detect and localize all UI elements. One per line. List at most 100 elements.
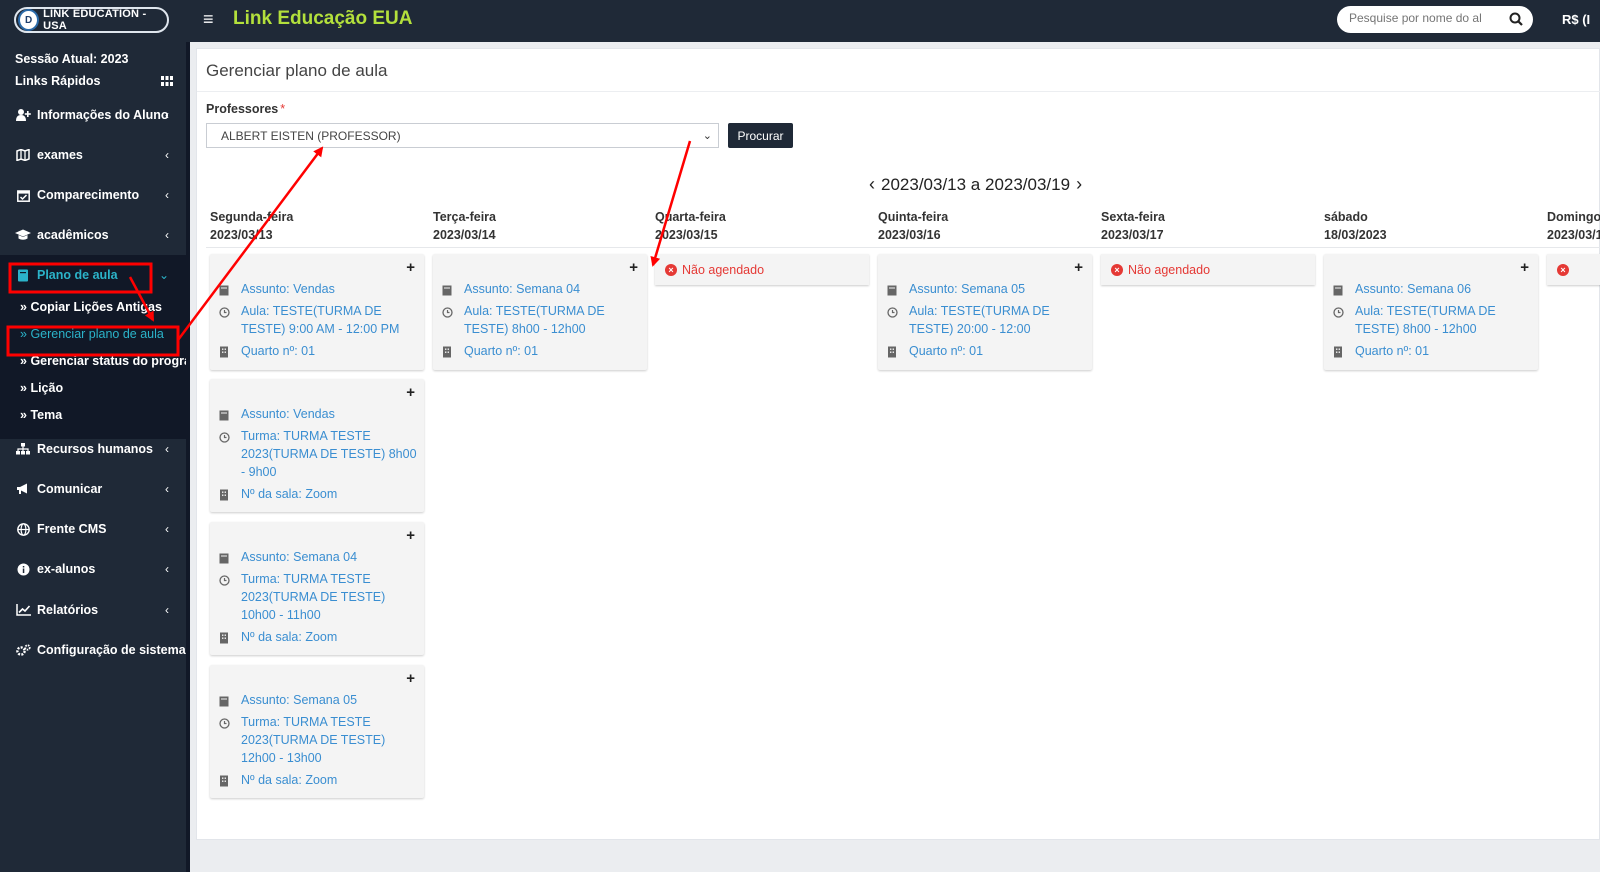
submenu-item-lesson[interactable]: » Lição [20, 381, 186, 395]
search-icon[interactable] [1509, 12, 1523, 26]
current-session: Sessão Atual: 2023 [15, 52, 129, 66]
sidebar-item-lesson-plan[interactable]: Plano de aula ⌄ [0, 255, 186, 295]
add-plan-icon[interactable]: + [1520, 259, 1529, 276]
sidebar-item-attendance[interactable]: Comparecimento ‹ [0, 175, 186, 215]
add-plan-icon[interactable]: + [406, 670, 415, 687]
card-class[interactable]: Turma: TURMA TESTE 2023(TURMA DE TESTE) … [219, 713, 421, 767]
professor-select[interactable]: ALBERT EISTEN (PROFESSOR) ⌄ [206, 123, 719, 148]
clock-icon [219, 302, 233, 338]
card-subject[interactable]: Assunto: Vendas [219, 405, 421, 426]
sidebar-item-alumni[interactable]: ex-alunos ‹ [0, 549, 186, 589]
not-scheduled-badge: × Não agendado [655, 254, 869, 285]
day-header-sunday: Domingo 2023/03/19 [1547, 208, 1600, 244]
logo-text: LINK EDUCATION - USA [43, 8, 147, 32]
sidebar-item-cms[interactable]: Frente CMS ‹ [0, 509, 186, 549]
card-room[interactable]: Nº da sala: Zoom [219, 485, 421, 506]
add-plan-icon[interactable]: + [406, 259, 415, 276]
sidebar-item-system-settings[interactable]: Configuração de sistema [0, 630, 186, 670]
sidebar-item-reports[interactable]: Relatórios ‹ [0, 590, 186, 630]
page-title: Gerenciar plano de aula [206, 61, 388, 80]
clock-icon [219, 427, 233, 481]
sidebar-item-communicate[interactable]: Comunicar ‹ [0, 469, 186, 509]
day-date: 2023/03/17 [1101, 228, 1164, 242]
card-subject[interactable]: Assunto: Semana 04 [219, 548, 421, 569]
top-bar: D LINK EDUCATION - USA ≡ Link Educação E… [0, 0, 1600, 42]
card-class[interactable]: Aula: TESTE(TURMA DE TESTE) 8h00 - 12h00 [442, 302, 644, 338]
professor-label-text: Professores [206, 102, 279, 116]
card-class[interactable]: Turma: TURMA TESTE 2023(TURMA DE TESTE) … [219, 427, 421, 481]
next-week-icon[interactable]: › [1076, 174, 1082, 195]
day-header-friday: Sexta-feira 2023/03/17 [1101, 208, 1165, 244]
sidebar-item-label: Informações do Aluno [37, 108, 169, 122]
sidebar-item-hr[interactable]: Recursos humanos ‹ [0, 429, 186, 469]
submenu-item-copy-old-lessons[interactable]: » Copiar Lições Antigas [20, 300, 186, 314]
graduation-cap-icon [15, 229, 31, 241]
day-name: Quarta-feira [655, 210, 726, 224]
chevron-left-icon: ‹ [165, 228, 169, 242]
card-subject[interactable]: Assunto: Semana 04 [442, 280, 644, 301]
brand-logo[interactable]: D LINK EDUCATION - USA [14, 7, 169, 33]
add-plan-icon[interactable]: + [406, 384, 415, 401]
card-class[interactable]: Turma: TURMA TESTE 2023(TURMA DE TESTE) … [219, 570, 421, 624]
building-icon [219, 485, 233, 506]
menu-toggle-icon[interactable]: ≡ [203, 9, 214, 30]
card-subject[interactable]: Assunto: Vendas [219, 280, 421, 301]
currency-selector[interactable]: R$ (I [1562, 12, 1590, 27]
user-plus-icon [15, 109, 31, 121]
submenu-item-label: Tema [30, 408, 63, 422]
add-plan-icon[interactable]: + [406, 527, 415, 544]
card-subject-text: Assunto: Semana 06 [1355, 282, 1472, 296]
submenu-item-label: Gerenciar status do programa [30, 354, 186, 368]
not-scheduled-badge: × [1547, 254, 1600, 285]
logo-emblem: D [18, 9, 40, 31]
card-class[interactable]: Aula: TESTE(TURMA DE TESTE) 9:00 AM - 12… [219, 302, 421, 338]
submenu-item-label: Copiar Lições Antigas [30, 300, 162, 314]
prev-week-icon[interactable]: ‹ [869, 174, 875, 195]
search-input[interactable] [1349, 11, 1501, 25]
card-room[interactable]: Quarto nº: 01 [887, 342, 1089, 363]
title-divider [197, 91, 1600, 92]
add-plan-icon[interactable]: + [629, 259, 638, 276]
grid-icon[interactable] [161, 76, 173, 86]
card-subject[interactable]: Assunto: Semana 06 [1333, 280, 1535, 301]
card-room-text: Quarto nº: 01 [909, 344, 984, 358]
quick-links[interactable]: Links Rápidos [15, 74, 173, 88]
error-circle-icon: × [665, 263, 677, 276]
sidebar-item-exams[interactable]: exames ‹ [0, 135, 186, 175]
search-button[interactable]: Procurar [728, 123, 793, 148]
card-room[interactable]: Quarto nº: 01 [442, 342, 644, 363]
sidebar-item-label: Frente CMS [37, 522, 107, 536]
lesson-card: + Assunto: Semana 05 Turma: TURMA TESTE … [210, 665, 424, 798]
card-subject-text: Assunto: Semana 05 [241, 693, 358, 707]
card-room[interactable]: Quarto nº: 01 [219, 342, 421, 363]
add-plan-icon[interactable]: + [1074, 259, 1083, 276]
submenu-item-topic[interactable]: » Tema [20, 408, 186, 422]
card-class[interactable]: Aula: TESTE(TURMA DE TESTE) 8h00 - 12h00 [1333, 302, 1535, 338]
search-box [1337, 6, 1533, 33]
sidebar-item-label: Configuração de sistema [37, 643, 186, 657]
card-subject[interactable]: Assunto: Semana 05 [887, 280, 1089, 301]
card-room[interactable]: Nº da sala: Zoom [219, 628, 421, 649]
chevron-down-icon: ⌄ [158, 268, 169, 282]
day-date: 2023/03/14 [433, 228, 496, 242]
card-room-text: Quarto nº: 01 [464, 344, 539, 358]
sidebar-item-student-info[interactable]: Informações do Aluno ‹ [0, 95, 186, 135]
card-subject[interactable]: Assunto: Semana 05 [219, 691, 421, 712]
bullhorn-icon [15, 483, 31, 495]
card-subject-text: Assunto: Semana 05 [909, 282, 1026, 296]
submenu-item-program-status[interactable]: » Gerenciar status do programa [20, 354, 186, 368]
submenu-item-manage-lesson-plan[interactable]: » Gerenciar plano de aula [20, 327, 186, 341]
sidebar-item-academics[interactable]: acadêmicos ‹ [0, 215, 186, 255]
building-icon [887, 342, 901, 363]
day-name: Domingo [1547, 210, 1600, 224]
card-room[interactable]: Quarto nº: 01 [1333, 342, 1535, 363]
card-class-text: Turma: TURMA TESTE 2023(TURMA DE TESTE) … [241, 429, 417, 479]
card-room-text: Quarto nº: 01 [241, 344, 316, 358]
card-class[interactable]: Aula: TESTE(TURMA DE TESTE) 20:00 - 12:0… [887, 302, 1089, 338]
day-name: Sexta-feira [1101, 210, 1165, 224]
card-room[interactable]: Nº da sala: Zoom [219, 771, 421, 792]
day-header-tuesday: Terça-feira 2023/03/14 [433, 208, 496, 244]
card-class-text: Turma: TURMA TESTE 2023(TURMA DE TESTE) … [241, 572, 386, 622]
day-date: 2023/03/19 [1547, 228, 1600, 242]
clock-icon [219, 570, 233, 624]
